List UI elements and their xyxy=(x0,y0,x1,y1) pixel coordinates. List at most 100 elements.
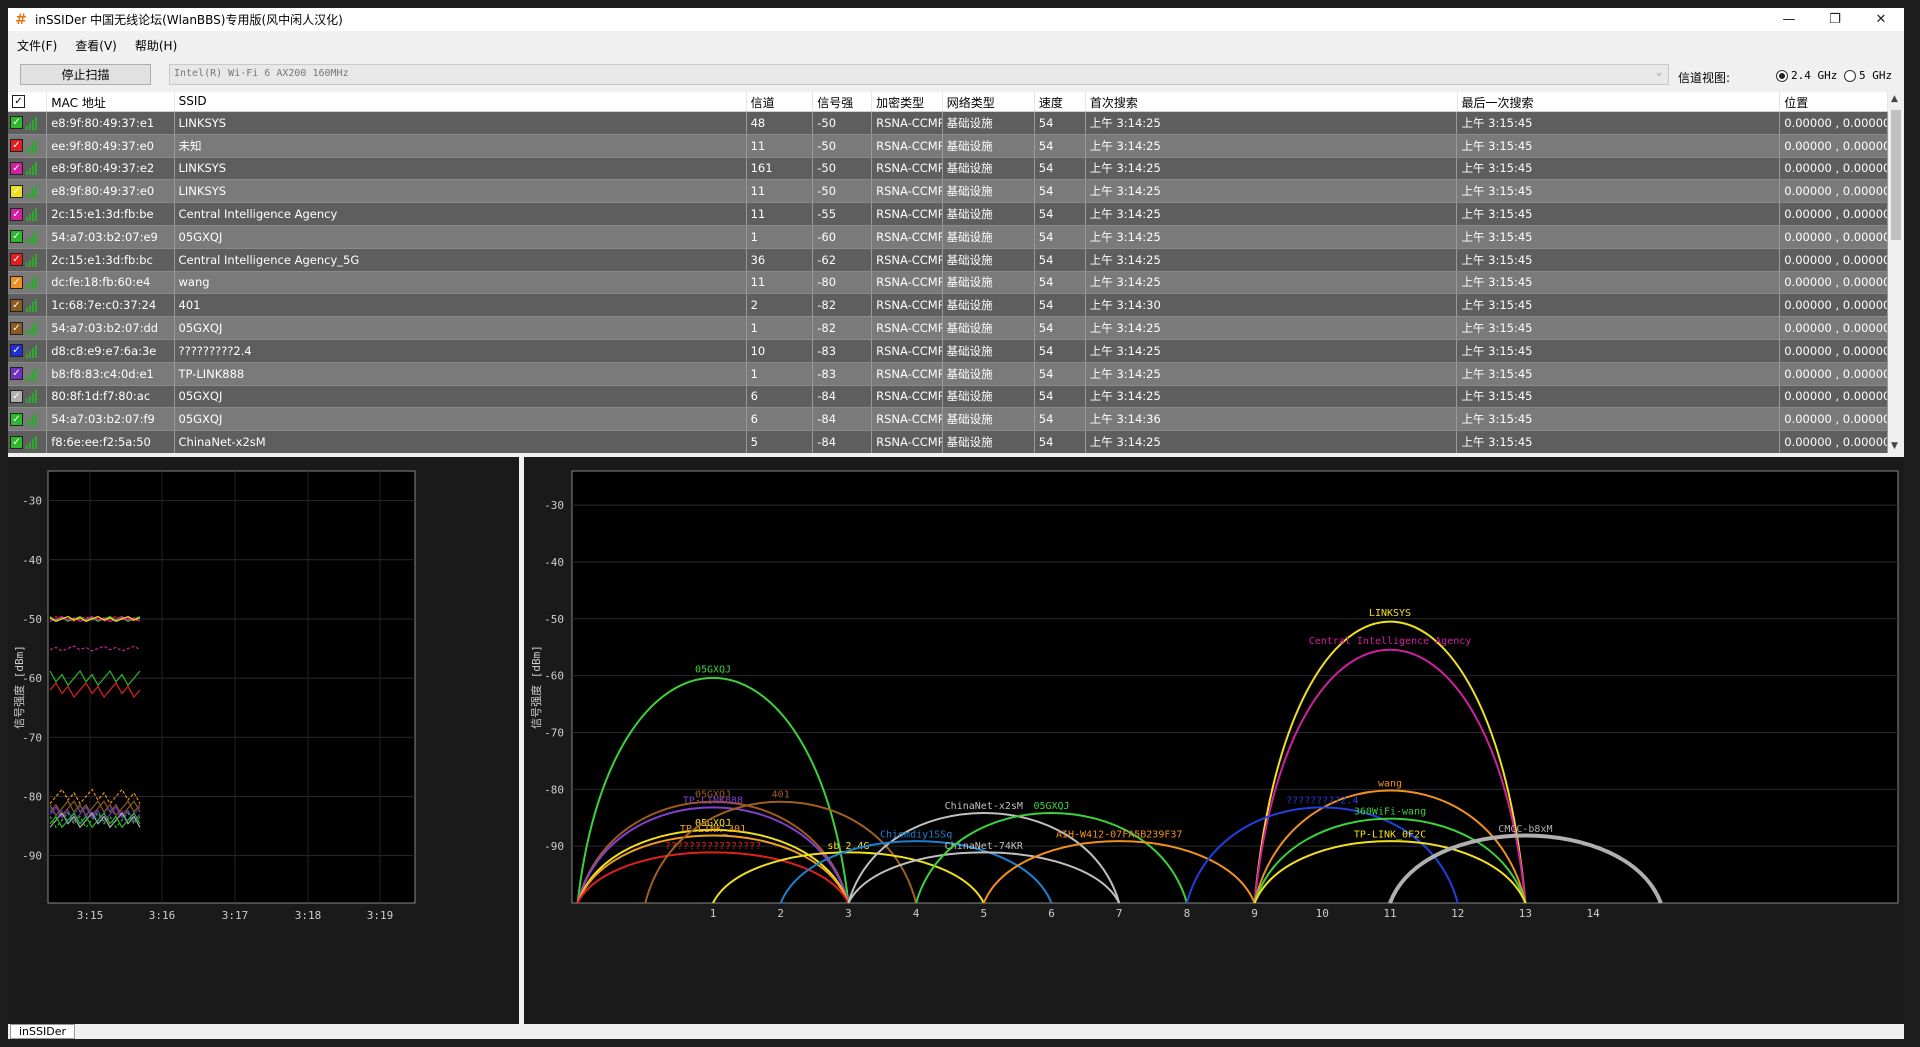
band-24-radio[interactable]: 2.4 GHz xyxy=(1776,69,1837,82)
row-checkbox[interactable]: ✓ xyxy=(10,389,23,403)
column-header[interactable]: 加密类型 xyxy=(872,92,943,111)
table-row[interactable]: ✓ e8:9f:80:49:37:e0 LINKSYS 11 -50 RSNA-CCMP 基… xyxy=(8,180,1888,204)
cell-loc: 0.00000 , 0.00000 xyxy=(1780,225,1888,248)
table-row[interactable]: ✓ 2c:15:e1:3d:fb:bc Central Intelligence A… xyxy=(8,248,1888,272)
table-row[interactable]: ✓ 2c:15:e1:3d:fb:be Central Intelligence A… xyxy=(8,203,1888,226)
close-button[interactable]: ✕ xyxy=(1858,8,1904,31)
row-checkbox[interactable]: ✓ xyxy=(10,253,23,267)
status-tab[interactable]: inSSIDer xyxy=(10,1024,75,1039)
column-header[interactable]: 信道 xyxy=(747,92,814,111)
row-checkbox[interactable]: ✓ xyxy=(10,207,23,221)
cell-speed: 54 xyxy=(1035,408,1086,431)
signal-bars-icon xyxy=(26,207,42,222)
cell-mac: b8:f8:83:c4:0d:e1 xyxy=(47,362,175,385)
table-row[interactable]: ✓ f8:6e:ee:f2:5a:50 ChinaNet-x2sM 5 -84 RSNA-… xyxy=(8,431,1888,453)
cell-enc: RSNA-CCMP xyxy=(872,362,943,385)
network-label: 360WiFi-wang xyxy=(1354,807,1426,818)
row-checkbox[interactable]: ✓ xyxy=(10,412,23,426)
table-row[interactable]: ✓ 80:8f:1d:f7:80:ac 05GXQJ 6 -84 RSNA-CCMP 基础设… xyxy=(8,385,1888,409)
column-header[interactable]: 位置 xyxy=(1780,92,1889,111)
maximize-button[interactable]: ❐ xyxy=(1812,8,1858,31)
cell-mac: e8:9f:80:49:37:e1 xyxy=(47,112,175,134)
row-checkbox[interactable]: ✓ xyxy=(10,344,23,358)
menu-file[interactable]: 文件(F) xyxy=(8,37,66,54)
signal-bars-icon xyxy=(26,435,42,450)
cell-mac: 54:a7:03:b2:07:f9 xyxy=(47,408,175,431)
cell-first: 上午 3:14:25 xyxy=(1086,157,1458,180)
row-select-cell: ✓ xyxy=(8,157,48,180)
cell-enc: RSNA-CCMP xyxy=(872,203,943,225)
adapter-select[interactable]: Intel(R) Wi-Fi 6 AX200 160MHz ⌄ xyxy=(169,64,1669,85)
column-header[interactable]: MAC 地址 xyxy=(47,92,175,111)
table-row[interactable]: ✓ 54:a7:03:b2:07:f9 05GXQJ 6 -84 RSNA-CCMP 基础设… xyxy=(8,408,1888,432)
network-label: 05GXQJ xyxy=(695,665,731,676)
table-row[interactable]: ✓ dc:fe:18:fb:60:e4 wang 11 -80 RSNA-CCMP 基础设施… xyxy=(8,271,1888,295)
cell-first: 上午 3:14:25 xyxy=(1086,134,1458,157)
cell-loc: 0.00000 , 0.00000 xyxy=(1780,362,1888,385)
row-checkbox[interactable]: ✓ xyxy=(10,275,23,289)
column-header[interactable]: 网络类型 xyxy=(943,92,1035,111)
column-header[interactable]: 信号强 xyxy=(813,92,873,111)
row-checkbox[interactable]: ✓ xyxy=(10,230,23,244)
column-header[interactable]: SSID xyxy=(175,92,747,111)
cell-mac: 2c:15:e1:3d:fb:bc xyxy=(47,248,175,271)
cell-loc: 0.00000 , 0.00000 xyxy=(1780,157,1888,180)
row-checkbox[interactable]: ✓ xyxy=(10,161,23,175)
column-header[interactable]: 最后一次搜索 xyxy=(1458,92,1781,111)
row-checkbox[interactable]: ✓ xyxy=(10,298,23,312)
cell-last: 上午 3:15:45 xyxy=(1457,157,1781,180)
band-5-radio[interactable]: 5 GHz xyxy=(1844,69,1892,82)
scroll-up-icon[interactable]: ▲ xyxy=(1891,94,1898,104)
y-tick-label: -40 xyxy=(22,554,42,567)
y-tick-label: -30 xyxy=(544,499,564,512)
row-checkbox[interactable]: ✓ xyxy=(10,139,23,153)
cell-rssi: -50 xyxy=(813,134,873,157)
signal-bars-icon xyxy=(26,184,42,199)
row-checkbox[interactable]: ✓ xyxy=(10,367,23,381)
cell-net: 基础设施 xyxy=(943,225,1035,248)
menu-help[interactable]: 帮助(H) xyxy=(126,37,186,54)
cell-rssi: -84 xyxy=(813,385,873,408)
scroll-down-icon[interactable]: ▼ xyxy=(1891,441,1898,451)
channel-view-label: 信道视图: xyxy=(1678,71,1731,85)
row-checkbox[interactable]: ✓ xyxy=(10,116,23,130)
row-select-cell: ✓ xyxy=(8,385,48,408)
minimize-button[interactable]: — xyxy=(1766,8,1812,31)
row-checkbox[interactable]: ✓ xyxy=(10,435,23,449)
column-header[interactable]: 速度 xyxy=(1035,92,1086,111)
y-tick-label: -80 xyxy=(544,783,564,796)
table-scrollbar[interactable]: ▲ ▼ xyxy=(1888,92,1904,453)
row-checkbox[interactable]: ✓ xyxy=(10,184,23,198)
table-row[interactable]: ✓ ee:9f:80:49:37:e0 未知 11 -50 RSNA-CCMP 基础设施 54… xyxy=(8,134,1888,158)
select-all-checkbox[interactable]: ✓ xyxy=(8,92,48,111)
cell-loc: 0.00000 , 0.00000 xyxy=(1780,317,1888,339)
table-row[interactable]: ✓ 54:a7:03:b2:07:e9 05GXQJ 1 -60 RSNA-CCMP 基础设… xyxy=(8,225,1888,249)
cell-ssid: Central Intelligence Agency_5G xyxy=(175,248,747,271)
cell-ch: 1 xyxy=(747,225,814,248)
cell-mac: dc:fe:18:fb:60:e4 xyxy=(47,271,175,294)
column-header[interactable]: 首次搜索 xyxy=(1086,92,1458,111)
scroll-thumb[interactable] xyxy=(1891,110,1901,240)
menu-view[interactable]: 查看(V) xyxy=(66,37,126,54)
row-checkbox[interactable]: ✓ xyxy=(10,321,23,335)
stop-scan-button[interactable]: 停止扫描 xyxy=(20,64,151,85)
cell-last: 上午 3:15:45 xyxy=(1457,317,1781,339)
y-tick-label: -30 xyxy=(22,495,42,508)
row-select-cell: ✓ xyxy=(8,408,48,431)
table-row[interactable]: ✓ e8:9f:80:49:37:e2 LINKSYS 161 -50 RSNA-CCMP… xyxy=(8,157,1888,181)
status-bar: inSSIDer xyxy=(8,1024,1904,1039)
cell-first: 上午 3:14:25 xyxy=(1086,203,1458,225)
cell-mac: 54:a7:03:b2:07:dd xyxy=(47,317,175,339)
table-row[interactable]: ✓ e8:9f:80:49:37:e1 LINKSYS 48 -50 RSNA-CCMP 基… xyxy=(8,112,1888,135)
row-select-cell: ✓ xyxy=(8,134,48,157)
table-row[interactable]: ✓ 54:a7:03:b2:07:dd 05GXQJ 1 -82 RSNA-CCMP 基础设… xyxy=(8,317,1888,340)
table-row[interactable]: ✓ 1c:68:7e:c0:37:24 401 2 -82 RSNA-CCMP 基础设施 54… xyxy=(8,294,1888,318)
chevron-down-icon: ⌄ xyxy=(1655,67,1662,78)
x-tick-label: 3:18 xyxy=(295,909,322,922)
table-row[interactable]: ✓ d8:c8:e9:e7:6a:3e ?????????2.4 10 -83 RSNA-… xyxy=(8,339,1888,363)
y-tick-label: -70 xyxy=(544,726,564,739)
cell-net: 基础设施 xyxy=(943,271,1035,294)
table-row[interactable]: ✓ b8:f8:83:c4:0d:e1 TP-LINK888 1 -83 RSNA-CCM… xyxy=(8,362,1888,386)
signal-bars-icon xyxy=(26,116,42,130)
cell-net: 基础设施 xyxy=(943,339,1035,362)
